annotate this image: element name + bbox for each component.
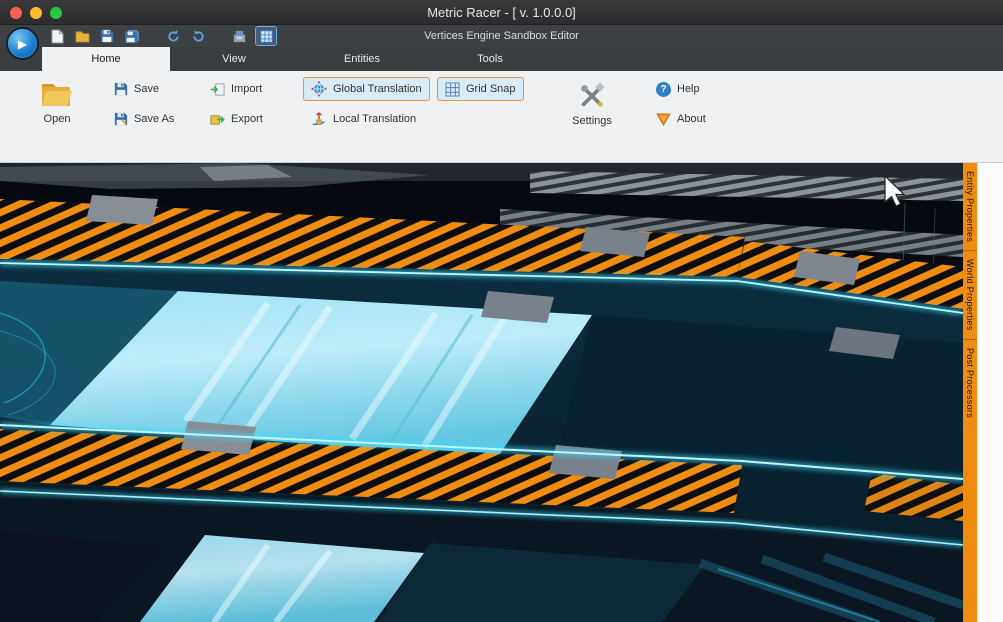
grid-snap-label: Grid Snap bbox=[466, 83, 516, 95]
grid-snap-icon bbox=[445, 82, 460, 97]
titlebar: Metric Racer - [ v. 1.0.0.0] bbox=[0, 0, 1003, 25]
export-button[interactable]: Export bbox=[202, 107, 271, 131]
window-controls bbox=[10, 0, 62, 25]
local-translation-icon bbox=[311, 111, 327, 127]
help-button[interactable]: ? Help bbox=[648, 77, 714, 101]
save-all-icon bbox=[124, 29, 140, 44]
about-triangle-icon bbox=[656, 113, 671, 126]
about-button[interactable]: About bbox=[648, 107, 714, 131]
local-translation-button[interactable]: Local Translation bbox=[303, 107, 430, 131]
local-translation-label: Local Translation bbox=[333, 113, 416, 125]
about-label: About bbox=[677, 113, 706, 125]
undo-icon bbox=[166, 29, 181, 44]
redo-icon bbox=[191, 29, 206, 44]
import-icon bbox=[210, 82, 225, 97]
play-icon: ▶ bbox=[18, 37, 27, 51]
grid-snap-button[interactable]: Grid Snap bbox=[437, 77, 524, 101]
app-window: Metric Racer - [ v. 1.0.0.0] bbox=[0, 0, 1003, 622]
tab-entities[interactable]: Entities bbox=[298, 47, 426, 71]
export-label: Export bbox=[231, 113, 263, 125]
global-translation-button[interactable]: Global Translation bbox=[303, 77, 430, 101]
tab-world-properties[interactable]: World Properties bbox=[963, 250, 977, 339]
global-translation-icon bbox=[311, 81, 327, 97]
save-icon bbox=[100, 29, 114, 43]
snap-group: Grid Snap bbox=[437, 77, 524, 101]
open-button[interactable]: Open bbox=[28, 79, 86, 125]
tab-entity-properties[interactable]: Entity Properties bbox=[963, 163, 977, 250]
quick-save-button[interactable] bbox=[98, 27, 116, 45]
settings-label: Settings bbox=[572, 115, 612, 127]
save-as-button[interactable]: Save As bbox=[106, 107, 182, 131]
undo-button[interactable] bbox=[164, 27, 182, 45]
tab-tools[interactable]: Tools bbox=[426, 47, 554, 71]
settings-tools-icon bbox=[576, 81, 608, 111]
help-icon: ? bbox=[656, 82, 671, 97]
open-file-button[interactable] bbox=[73, 27, 91, 45]
open-folder-icon bbox=[75, 30, 90, 43]
new-document-button[interactable] bbox=[48, 27, 66, 45]
settings-button[interactable]: Settings bbox=[563, 81, 621, 127]
save-all-button[interactable] bbox=[123, 27, 141, 45]
scene-render bbox=[0, 163, 963, 622]
window-title: Metric Racer - [ v. 1.0.0.0] bbox=[0, 5, 1003, 20]
play-button[interactable]: ▶ bbox=[6, 27, 39, 60]
right-gutter bbox=[977, 163, 1003, 622]
save-as-icon bbox=[114, 112, 128, 126]
translation-group: Global Translation Local Translation bbox=[303, 77, 430, 131]
minimize-window-button[interactable] bbox=[30, 7, 42, 19]
zoom-window-button[interactable] bbox=[50, 7, 62, 19]
open-folder-large-icon bbox=[40, 79, 74, 109]
import-label: Import bbox=[231, 83, 262, 95]
redo-button[interactable] bbox=[189, 27, 207, 45]
tab-view[interactable]: View bbox=[170, 47, 298, 71]
save-as-label: Save As bbox=[134, 113, 174, 125]
import-export-group: Import Export bbox=[202, 77, 271, 131]
engine-tool-button[interactable] bbox=[230, 27, 248, 45]
new-document-icon bbox=[51, 29, 64, 44]
quick-access-toolbar: Vertices Engine Sandbox Editor bbox=[0, 25, 1003, 47]
viewport-3d-scene[interactable] bbox=[0, 163, 963, 622]
tab-home[interactable]: Home bbox=[42, 47, 170, 71]
open-label: Open bbox=[44, 113, 71, 125]
close-window-button[interactable] bbox=[10, 7, 22, 19]
save-button[interactable]: Save bbox=[106, 77, 182, 101]
viewport-grid-icon bbox=[260, 30, 273, 43]
engine-icon bbox=[232, 29, 247, 44]
save-group: Save Save As bbox=[106, 77, 182, 131]
tab-post-processors[interactable]: Post Processors bbox=[963, 339, 977, 426]
ribbon-home-panel: Open Save Save As Import Export bbox=[0, 71, 1003, 163]
help-label: Help bbox=[677, 83, 700, 95]
save-label: Save bbox=[134, 83, 159, 95]
global-translation-label: Global Translation bbox=[333, 83, 422, 95]
export-icon bbox=[210, 112, 225, 127]
help-group: ? Help About bbox=[648, 77, 714, 131]
ribbon-tab-bar: Home View Entities Tools bbox=[0, 47, 1003, 71]
side-panel-tabs: Entity Properties World Properties Post … bbox=[963, 163, 977, 622]
save-icon bbox=[114, 82, 128, 96]
import-button[interactable]: Import bbox=[202, 77, 271, 101]
viewport-grid-toggle[interactable] bbox=[255, 26, 277, 46]
